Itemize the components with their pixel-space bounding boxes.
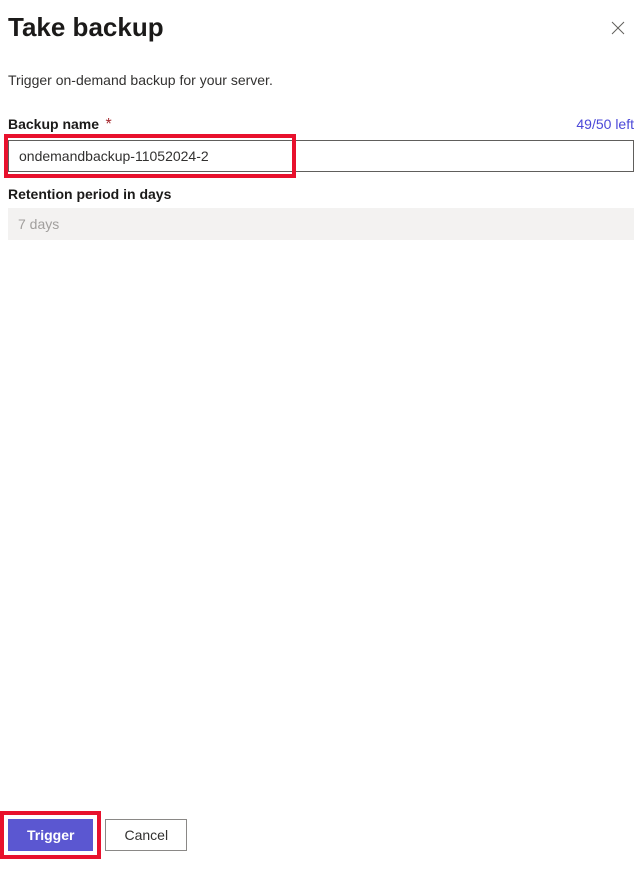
char-counter: 49/50 left bbox=[576, 116, 634, 132]
panel-footer: Trigger Cancel bbox=[8, 805, 634, 869]
retention-label: Retention period in days bbox=[8, 186, 171, 202]
backup-name-label-wrap: Backup name * bbox=[8, 116, 112, 134]
cancel-button[interactable]: Cancel bbox=[105, 819, 187, 851]
retention-value: 7 days bbox=[8, 208, 634, 240]
backup-name-field: Backup name * 49/50 left bbox=[8, 116, 634, 186]
panel-title: Take backup bbox=[8, 12, 164, 43]
required-indicator: * bbox=[106, 116, 112, 133]
close-icon bbox=[611, 21, 625, 35]
backup-name-input[interactable] bbox=[8, 140, 634, 172]
panel-description: Trigger on-demand backup for your server… bbox=[8, 72, 634, 88]
trigger-wrap: Trigger bbox=[8, 819, 93, 851]
backup-name-label-row: Backup name * 49/50 left bbox=[8, 116, 634, 134]
take-backup-panel: Take backup Trigger on-demand backup for… bbox=[0, 0, 642, 869]
backup-name-label: Backup name bbox=[8, 116, 99, 132]
close-button[interactable] bbox=[602, 12, 634, 44]
backup-name-input-wrap bbox=[8, 140, 634, 172]
trigger-button[interactable]: Trigger bbox=[8, 819, 93, 851]
retention-field: Retention period in days 7 days bbox=[8, 186, 634, 240]
panel-header: Take backup bbox=[8, 12, 634, 44]
retention-label-row: Retention period in days bbox=[8, 186, 634, 202]
